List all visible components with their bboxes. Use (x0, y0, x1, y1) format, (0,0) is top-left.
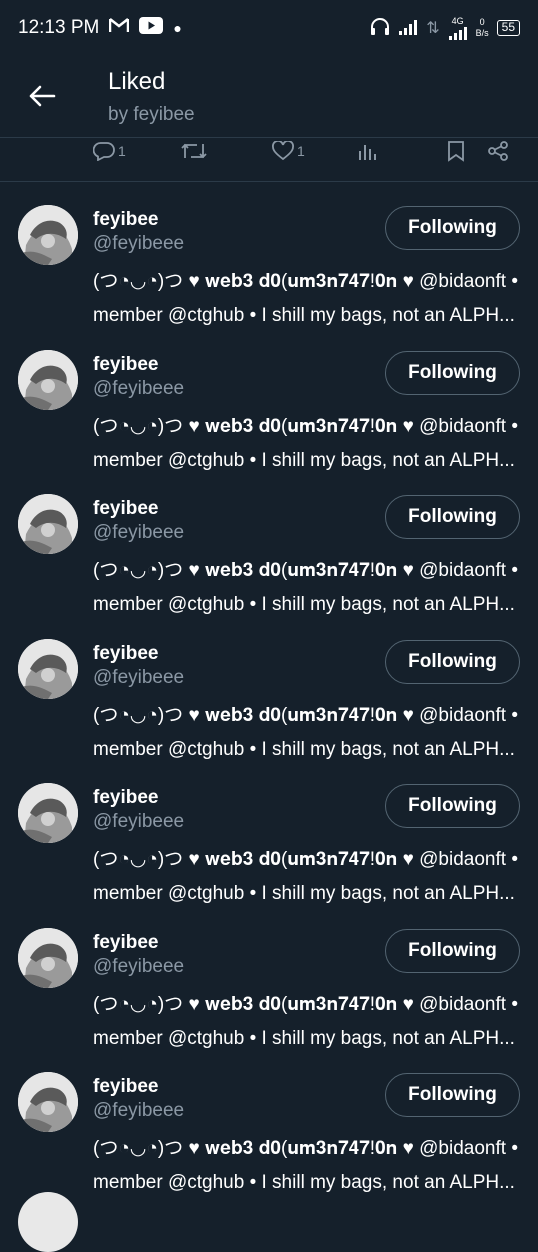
user-bio: (つ◔◡◔)つ ♥ 𝐰𝐞𝐛𝟑 𝐝𝟎(𝐮𝐦𝟑𝐧𝟕𝟒𝟕!𝟎𝐧 ♥ @bidaonft… (93, 843, 523, 911)
page-title: Liked (108, 68, 166, 95)
user-handle: @feyibeee (93, 377, 185, 399)
following-button[interactable]: Following (385, 1073, 520, 1117)
user-name[interactable]: feyibee (93, 354, 158, 376)
user-name[interactable]: feyibee (93, 932, 158, 954)
list-item[interactable]: feyibee @feyibeee Following (つ◔◡◔)つ ♥ 𝐰𝐞… (0, 761, 538, 906)
user-name[interactable]: feyibee (93, 643, 158, 665)
following-button[interactable]: Following (385, 350, 520, 395)
following-button[interactable]: Following (385, 784, 520, 828)
reply-button[interactable]: 1 (93, 138, 126, 164)
signal-icon (398, 19, 418, 38)
bookmark-button[interactable] (446, 138, 466, 164)
header: Liked by feyibee (0, 56, 538, 138)
youtube-icon (139, 16, 164, 40)
user-name[interactable]: feyibee (93, 498, 158, 520)
analytics-icon (359, 145, 376, 160)
user-name[interactable]: feyibee (93, 209, 158, 231)
list-item[interactable]: feyibee @feyibeee Following (つ◔◡◔)つ ♥ 𝐰𝐞… (0, 472, 538, 617)
net-speed-value: 0 (479, 17, 485, 27)
user-bio: (つ◔◡◔)つ ♥ 𝐰𝐞𝐛𝟑 𝐝𝟎(𝐮𝐦𝟑𝐧𝟕𝟒𝟕!𝟎𝐧 ♥ @bidaonft… (93, 265, 523, 333)
user-handle: @feyibeee (93, 811, 185, 832)
heart-icon (272, 141, 294, 161)
user-name[interactable]: feyibee (93, 787, 158, 809)
user-list: feyibee @feyibeee Following (つ◔◡◔)つ ♥ 𝐰𝐞… (0, 183, 538, 1195)
avatar[interactable] (18, 1072, 78, 1132)
avatar-image (18, 494, 78, 554)
following-button[interactable]: Following (385, 206, 520, 250)
avatar[interactable] (18, 783, 78, 843)
user-bio: (つ◔◡◔)つ ♥ 𝐰𝐞𝐛𝟑 𝐝𝟎(𝐮𝐦𝟑𝐧𝟕𝟒𝟕!𝟎𝐧 ♥ @bidaonft… (93, 410, 523, 478)
list-item[interactable]: feyibee @feyibeee Following (つ◔◡◔)つ ♥ 𝐰𝐞… (0, 1050, 538, 1195)
reply-icon (93, 142, 115, 161)
avatar-image (18, 1072, 78, 1132)
user-bio: (つ◔◡◔)つ ♥ 𝐰𝐞𝐛𝟑 𝐝𝟎(𝐮𝐦𝟑𝐧𝟕𝟒𝟕!𝟎𝐧 ♥ @bidaonft… (93, 554, 523, 622)
network-indicator: 4G (448, 16, 468, 40)
headset-icon (370, 17, 390, 39)
page-subtitle: by feyibee (108, 104, 195, 125)
reply-count: 1 (118, 143, 126, 159)
avatar-image (18, 783, 78, 843)
user-handle: @feyibeee (93, 233, 185, 254)
following-button[interactable]: Following (385, 495, 520, 539)
back-button[interactable] (24, 78, 60, 114)
gmail-icon (109, 17, 130, 39)
list-item[interactable]: feyibee @feyibeee Following (つ◔◡◔)つ ♥ 𝐰𝐞… (0, 906, 538, 1051)
bio-line-1: (つ◔◡◔)つ ♥ 𝐰𝐞𝐛𝟑 𝐝𝟎(𝐮𝐦𝟑𝐧𝟕𝟒𝟕!𝟎𝐧 ♥ @bidaonft… (93, 271, 518, 292)
data-arrows-icon: ⇅ (426, 20, 440, 37)
bio-line-1: (つ◔◡◔)つ ♥ 𝐰𝐞𝐛𝟑 𝐝𝟎(𝐮𝐦𝟑𝐧𝟕𝟒𝟕!𝟎𝐧 ♥ @bidaonft… (93, 415, 518, 437)
avatar[interactable] (18, 349, 78, 410)
following-button[interactable]: Following (385, 639, 520, 684)
like-button[interactable]: 1 (272, 138, 305, 164)
user-bio: (つ◔◡◔)つ ♥ 𝐰𝐞𝐛𝟑 𝐝𝟎(𝐮𝐦𝟑𝐧𝟕𝟒𝟕!𝟎𝐧 ♥ @bidaonft… (93, 1132, 523, 1200)
user-handle: @feyibeee (93, 666, 185, 688)
like-count: 1 (297, 143, 305, 159)
analytics-button[interactable] (357, 138, 379, 164)
avatar[interactable] (18, 205, 78, 265)
user-bio: (つ◔◡◔)つ ♥ 𝐰𝐞𝐛𝟑 𝐝𝟎(𝐮𝐦𝟑𝐧𝟕𝟒𝟕!𝟎𝐧 ♥ @bidaonft… (93, 988, 523, 1056)
battery-icon: 55 (496, 20, 520, 36)
net-speed-unit: B/s (475, 28, 489, 38)
network-type: 4G (451, 16, 464, 26)
retweet-icon (181, 143, 207, 159)
retweet-button[interactable] (180, 138, 208, 164)
avatar (18, 1192, 78, 1252)
avatar[interactable] (18, 927, 78, 988)
list-item[interactable]: feyibee @feyibeee Following (つ◔◡◔)つ ♥ 𝐰𝐞… (0, 328, 538, 473)
list-item[interactable]: feyibee @feyibeee Following (つ◔◡◔)つ ♥ 𝐰𝐞… (0, 183, 538, 328)
avatar-image (18, 349, 78, 410)
bio-line-1: (つ◔◡◔)つ ♥ 𝐰𝐞𝐛𝟑 𝐝𝟎(𝐮𝐦𝟑𝐧𝟕𝟒𝟕!𝟎𝐧 ♥ @bidaonft… (93, 849, 518, 870)
notification-dot-icon: ● (173, 20, 182, 36)
status-time: 12:13 PM (18, 17, 100, 38)
user-bio: (つ◔◡◔)つ ♥ 𝐰𝐞𝐛𝟑 𝐝𝟎(𝐮𝐦𝟑𝐧𝟕𝟒𝟕!𝟎𝐧 ♥ @bidaonft… (93, 699, 523, 767)
bookmark-icon (448, 141, 464, 162)
user-handle: @feyibeee (93, 1100, 185, 1121)
avatar-image (18, 205, 78, 265)
list-item[interactable]: feyibee @feyibeee Following (つ◔◡◔)つ ♥ 𝐰𝐞… (0, 617, 538, 762)
avatar[interactable] (18, 638, 78, 699)
arrow-left-icon (29, 85, 56, 107)
share-button[interactable] (487, 138, 509, 164)
tweet-action-bar: 1 1 (0, 138, 538, 182)
share-icon (488, 141, 508, 161)
bio-line-1: (つ◔◡◔)つ ♥ 𝐰𝐞𝐛𝟑 𝐝𝟎(𝐮𝐦𝟑𝐧𝟕𝟒𝟕!𝟎𝐧 ♥ @bidaonft… (93, 560, 518, 581)
bio-line-2: member @ctghub • I shill my bags, not an… (93, 1172, 515, 1193)
bio-line-1: (つ◔◡◔)つ ♥ 𝐰𝐞𝐛𝟑 𝐝𝟎(𝐮𝐦𝟑𝐧𝟕𝟒𝟕!𝟎𝐧 ♥ @bidaonft… (93, 1138, 518, 1159)
net-speed: 0 B/s (476, 17, 489, 39)
avatar-image (18, 927, 78, 988)
user-handle: @feyibeee (93, 522, 185, 543)
following-button[interactable]: Following (385, 928, 520, 973)
user-name[interactable]: feyibee (93, 1076, 158, 1098)
avatar[interactable] (18, 494, 78, 554)
status-bar: 12:13 PM ● ⇅ 4G 0 B/s 55 (0, 0, 538, 56)
user-handle: @feyibeee (93, 955, 185, 977)
avatar-image (18, 638, 78, 699)
bio-line-1: (つ◔◡◔)つ ♥ 𝐰𝐞𝐛𝟑 𝐝𝟎(𝐮𝐦𝟑𝐧𝟕𝟒𝟕!𝟎𝐧 ♥ @bidaonft… (93, 704, 518, 726)
bio-line-1: (つ◔◡◔)つ ♥ 𝐰𝐞𝐛𝟑 𝐝𝟎(𝐮𝐦𝟑𝐧𝟕𝟒𝟕!𝟎𝐧 ♥ @bidaonft… (93, 993, 518, 1015)
